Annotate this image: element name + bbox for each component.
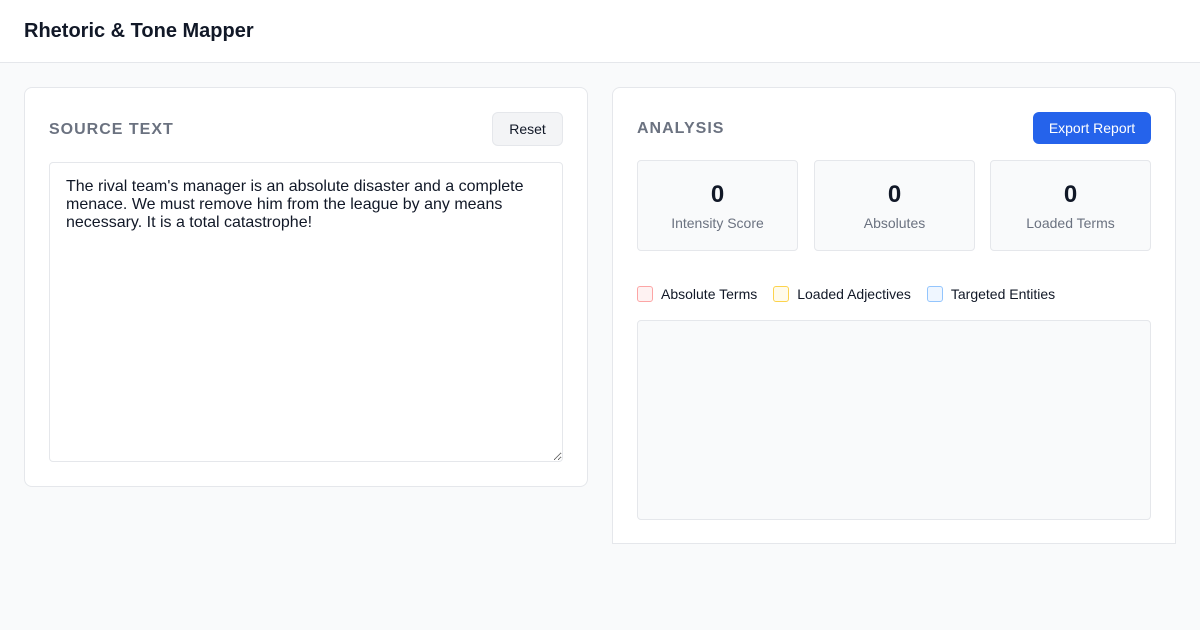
legend-swatch-absolute-terms [637,286,653,302]
app-title: Rhetoric & Tone Mapper [24,20,254,42]
reset-button[interactable]: Reset [492,112,563,146]
stat-label-intensity-score: Intensity Score [671,215,764,231]
stat-value-intensity-score: 0 [710,181,725,208]
stat-label-loaded-terms: Loaded Terms [1026,215,1115,231]
highlight-legend: Absolute Terms Loaded Adjectives Targete… [637,285,1071,303]
legend-item-targeted-entities: Targeted Entities [926,286,1056,302]
app-header: Rhetoric & Tone Mapper [0,0,1200,63]
stat-card-intensity-score: 0 Intensity Score [637,160,798,251]
source-heading: SOURCE TEXT [49,121,174,138]
source-panel: SOURCE TEXT Reset The rival team's manag… [24,87,588,487]
stat-label-absolutes: Absolutes [863,215,926,231]
legend-item-loaded-adjectives: Loaded Adjectives [773,286,911,302]
legend-label-targeted-entities: Targeted Entities [950,286,1056,302]
analysis-panel: ANALYSIS Export Report 0 Intensity Score… [612,87,1176,544]
source-textarea[interactable]: The rival team's manager is an absolute … [49,162,563,462]
legend-label-loaded-adjectives: Loaded Adjectives [797,286,911,302]
legend-swatch-loaded-adjectives [773,286,790,302]
analysis-heading: ANALYSIS [637,120,725,137]
legend-item-absolute-terms: Absolute Terms [637,286,757,302]
legend-label-absolute-terms: Absolute Terms [661,286,758,302]
stat-value-loaded-terms: 0 [1063,181,1078,208]
stat-card-loaded-terms: 0 Loaded Terms [990,160,1151,251]
export-report-button[interactable]: Export Report [1033,112,1151,144]
stat-value-absolutes: 0 [887,181,902,208]
stat-card-absolutes: 0 Absolutes [814,160,975,251]
legend-swatch-targeted-entities [926,286,943,302]
highlighted-output [637,320,1151,520]
